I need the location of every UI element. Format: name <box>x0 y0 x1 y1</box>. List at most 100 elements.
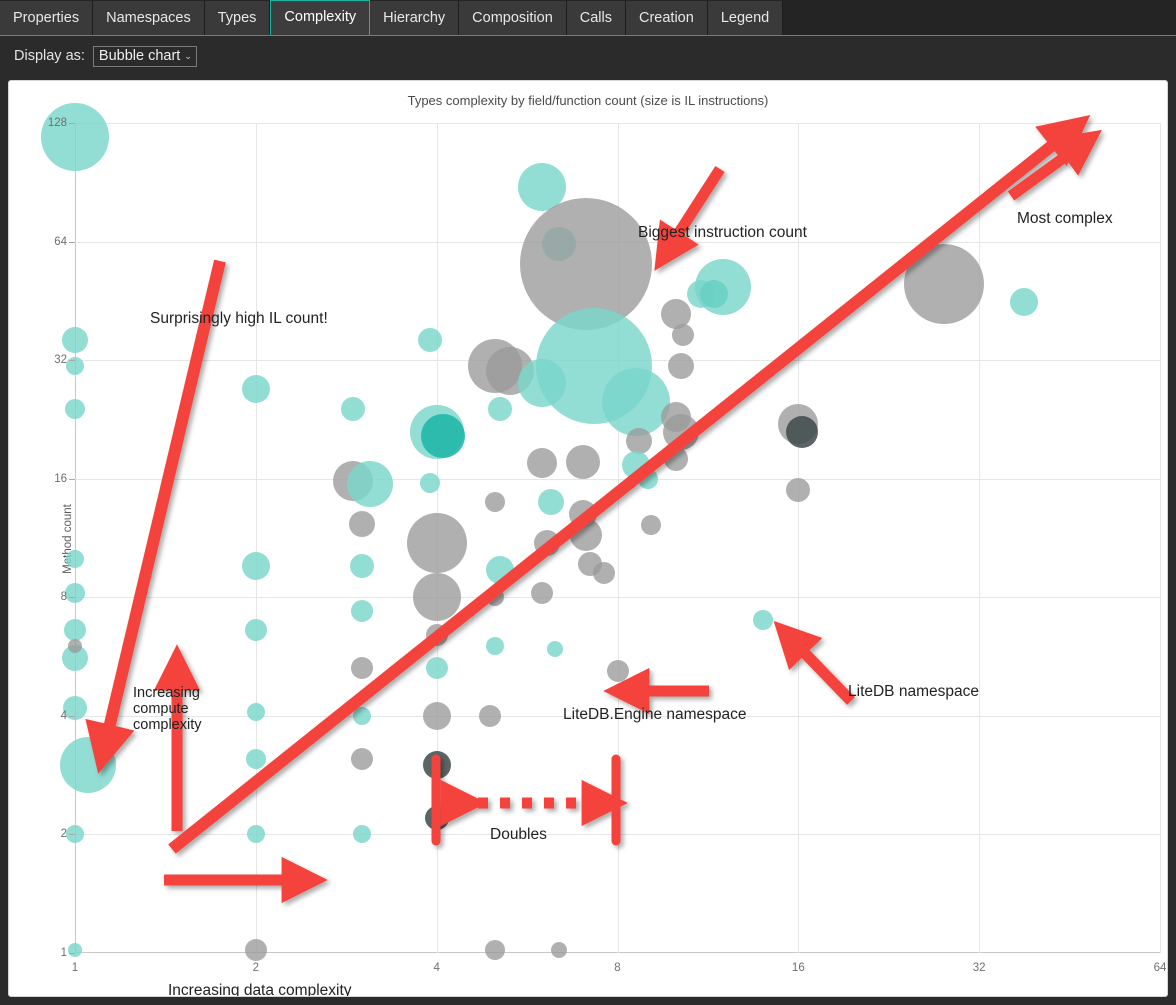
y-tick-label: 1 <box>60 947 76 959</box>
bubble-point[interactable] <box>565 445 600 480</box>
bubble-point[interactable] <box>352 825 371 844</box>
bubble-point[interactable] <box>422 701 451 730</box>
bubble-point[interactable] <box>412 573 461 622</box>
gridline-horizontal <box>75 597 1160 599</box>
bubble-point[interactable] <box>59 737 116 794</box>
tab-composition[interactable]: Composition <box>459 1 567 35</box>
bubble-point[interactable] <box>65 583 85 604</box>
bubble-point[interactable] <box>350 748 373 771</box>
bubble-point[interactable] <box>785 416 818 449</box>
annotation-litedb-engine-ns: LiteDB.Engine namespace <box>563 706 747 723</box>
bubble-point[interactable] <box>347 461 394 508</box>
app-window: Properties Namespaces Types Complexity Hiera… <box>0 0 1176 1005</box>
bubble-point[interactable] <box>241 552 270 581</box>
bubble-point[interactable] <box>64 619 86 642</box>
gridline-horizontal <box>75 123 1160 124</box>
tab-creation[interactable]: Creation <box>626 1 708 35</box>
annotation-biggest-instruction: Biggest instruction count <box>638 224 807 241</box>
bubble-point[interactable] <box>350 656 373 679</box>
toolbar: Display as: Bubble chart ⌄ <box>0 36 1176 76</box>
tab-types[interactable]: Types <box>204 1 271 35</box>
bubble-point[interactable] <box>606 659 629 682</box>
bubble-point[interactable] <box>425 656 448 679</box>
bubble-point[interactable] <box>348 510 375 537</box>
bubble-point[interactable] <box>485 588 504 607</box>
bubble-point[interactable] <box>421 414 466 459</box>
bubble-point[interactable] <box>41 102 109 171</box>
bubble-point[interactable] <box>68 639 82 654</box>
x-tick-label: 2 <box>252 962 260 974</box>
bubble-point[interactable] <box>246 825 265 844</box>
tab-legend[interactable]: Legend <box>707 1 784 35</box>
bubble-point[interactable] <box>349 554 374 579</box>
bubble-point[interactable] <box>425 624 448 647</box>
bubble-point[interactable] <box>350 599 373 622</box>
bubble-point[interactable] <box>422 751 451 780</box>
gridline-vertical <box>1160 123 1161 953</box>
bubble-point[interactable] <box>352 706 371 725</box>
bubble-point[interactable] <box>486 555 515 584</box>
bubble-point[interactable] <box>570 519 603 552</box>
bubble-point[interactable] <box>66 550 84 569</box>
bubble-point[interactable] <box>672 324 695 347</box>
bubble-point[interactable] <box>641 515 662 536</box>
bubble-point[interactable] <box>478 704 501 727</box>
bubble-point[interactable] <box>68 942 82 957</box>
bubble-point[interactable] <box>547 641 564 658</box>
x-tick-label: 4 <box>433 962 440 974</box>
y-tick-label: 4 <box>60 709 76 722</box>
bubble-point[interactable] <box>527 448 558 479</box>
bubble-point[interactable] <box>488 397 513 422</box>
bubble-point[interactable] <box>241 375 270 404</box>
display-as-select[interactable]: Bubble chart ⌄ <box>92 45 197 67</box>
bubble-point[interactable] <box>424 806 449 831</box>
bubble-point[interactable] <box>695 259 752 316</box>
x-tick-label: 8 <box>614 962 621 974</box>
bubble-point[interactable] <box>246 702 265 721</box>
bubble-point[interactable] <box>245 749 266 770</box>
y-tick-label: 16 <box>54 472 75 485</box>
x-tick-label: 64 <box>1153 962 1167 974</box>
x-tick-label: 16 <box>791 962 805 974</box>
bubble-point[interactable] <box>593 562 616 585</box>
plot-area[interactable]: 1 2 4 8 16 32 64 128 1 2 4 8 16 32 64 <box>41 102 1166 974</box>
bubble-point[interactable] <box>538 488 564 515</box>
bubble-point[interactable] <box>626 427 653 454</box>
bubble-point[interactable] <box>663 446 688 471</box>
bubble-point[interactable] <box>1010 287 1038 316</box>
annotation-most-complex: Most complex <box>1017 210 1113 227</box>
bubble-point[interactable] <box>904 243 985 324</box>
bubble-point[interactable] <box>484 491 505 512</box>
bubble-point[interactable] <box>484 939 505 960</box>
bubble-point[interactable] <box>244 938 267 961</box>
bubble-point[interactable] <box>662 414 699 451</box>
tab-namespaces[interactable]: Namespaces <box>93 1 205 35</box>
tab-calls[interactable]: Calls <box>566 1 626 35</box>
bubble-point[interactable] <box>753 610 774 631</box>
x-tick-label: 1 <box>71 962 79 974</box>
bubble-point[interactable] <box>551 941 568 958</box>
tab-properties[interactable]: Properties <box>0 1 94 35</box>
bubble-point[interactable] <box>62 326 88 353</box>
tab-complexity[interactable]: Complexity <box>270 0 371 35</box>
bubble-point[interactable] <box>786 477 811 502</box>
bubble-point[interactable] <box>533 529 560 556</box>
gridline-horizontal <box>75 834 1160 836</box>
display-as-label: Display as: <box>14 48 85 64</box>
chart-panel: Types complexity by field/function count… <box>8 80 1168 997</box>
bubble-point[interactable] <box>602 368 671 437</box>
bubble-point[interactable] <box>244 619 267 642</box>
tab-hierarchy[interactable]: Hierarchy <box>370 1 460 35</box>
bubble-point[interactable] <box>667 352 694 379</box>
y-tick-label: 32 <box>54 354 75 367</box>
y-tick-label: 64 <box>54 235 75 248</box>
bubble-point[interactable] <box>418 327 443 352</box>
bubble-point[interactable] <box>340 397 365 422</box>
y-tick-label: 2 <box>60 828 76 841</box>
bubble-point[interactable] <box>406 512 467 573</box>
bubble-point[interactable] <box>485 637 504 656</box>
bubble-point[interactable] <box>420 473 441 494</box>
bubble-point[interactable] <box>531 582 554 605</box>
bubble-point[interactable] <box>65 399 85 420</box>
bubble-point[interactable] <box>638 468 659 489</box>
